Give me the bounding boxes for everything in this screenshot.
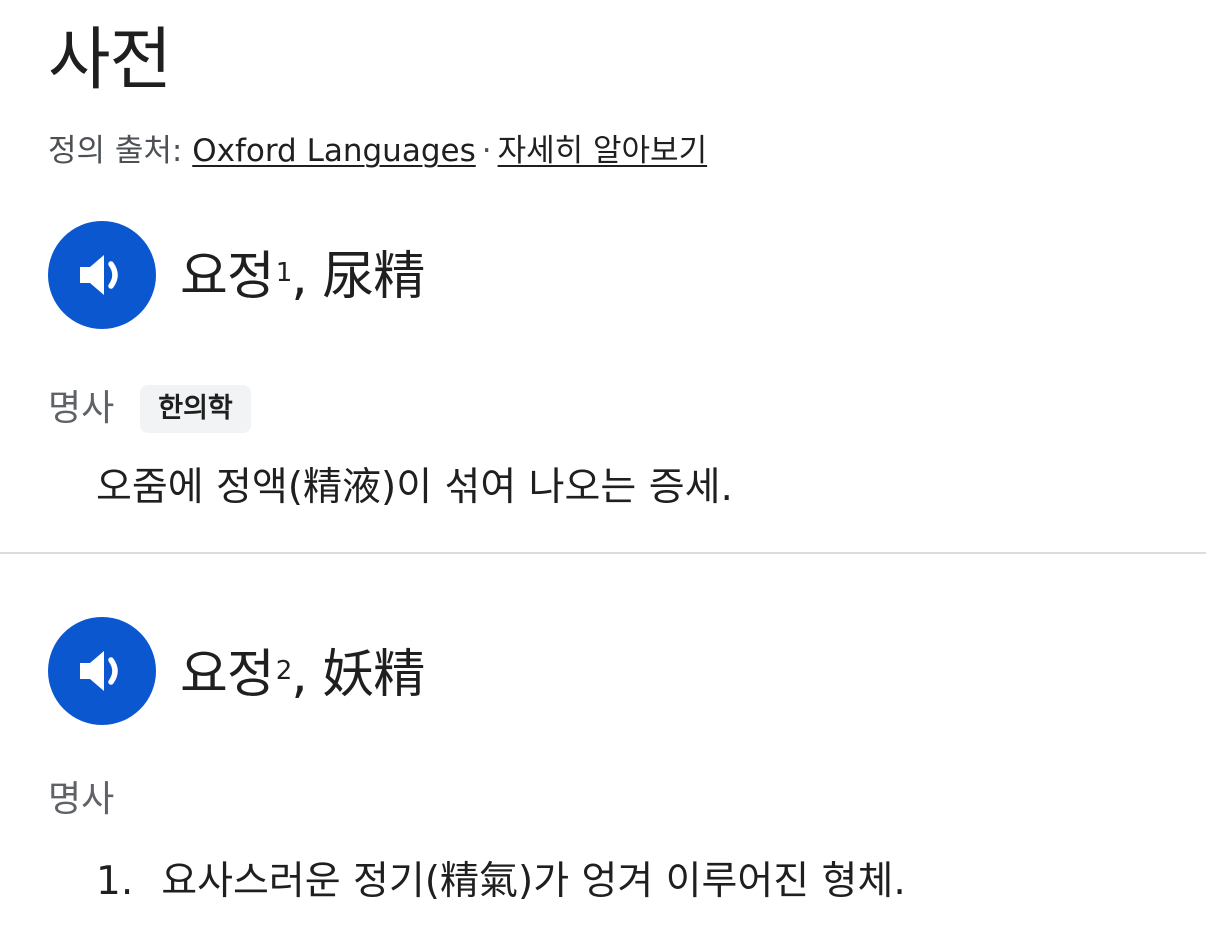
headword-1: 요정1, 尿精: [180, 245, 425, 309]
dictionary-entry-2: 요정2, 妖精: [48, 617, 1148, 727]
oxford-languages-link[interactable]: Oxford Languages: [192, 133, 476, 169]
definition-2: 1. 요사스러운 정기(精氣)가 엉겨 이루어진 형체.: [96, 856, 906, 908]
definition-text: 오줌에 정액(精液)이 섞여 나오는 증세.: [96, 465, 733, 510]
headword-text: 요정: [180, 247, 275, 307]
pronunciation-button-1[interactable]: [48, 221, 156, 329]
headword-hanja: , 妖精: [291, 645, 425, 705]
source-separator: ·: [481, 133, 492, 169]
speaker-icon: [80, 651, 118, 691]
part-of-speech: 명사: [48, 388, 115, 429]
homograph-number: 1: [275, 258, 293, 288]
headword-2: 요정2, 妖精: [180, 643, 425, 707]
headword-text: 요정: [180, 645, 275, 705]
pos-row-1: 명사 한의학: [48, 385, 251, 433]
page-title: 사전: [48, 21, 172, 100]
definition-text: 요사스러운 정기(精氣)가 엉겨 이루어진 형체.: [161, 859, 906, 904]
definition-source: 정의 출처: Oxford Languages · 자세히 알아보기: [48, 130, 707, 172]
learn-more-link[interactable]: 자세히 알아보기: [498, 133, 708, 169]
speaker-icon: [80, 255, 118, 295]
entry-divider: [0, 552, 1206, 554]
definition-number: 1.: [96, 859, 134, 904]
source-prefix: 정의 출처:: [48, 133, 193, 169]
dictionary-entry-1: 요정1, 尿精: [48, 221, 1148, 331]
headword-hanja: , 尿精: [291, 247, 425, 307]
pronunciation-button-2[interactable]: [48, 617, 156, 725]
part-of-speech: 명사: [48, 779, 115, 820]
domain-tag: 한의학: [140, 385, 251, 433]
homograph-number: 2: [275, 656, 293, 686]
definition-1: 오줌에 정액(精液)이 섞여 나오는 증세.: [96, 462, 733, 514]
pos-row-2: 명사: [48, 778, 114, 822]
